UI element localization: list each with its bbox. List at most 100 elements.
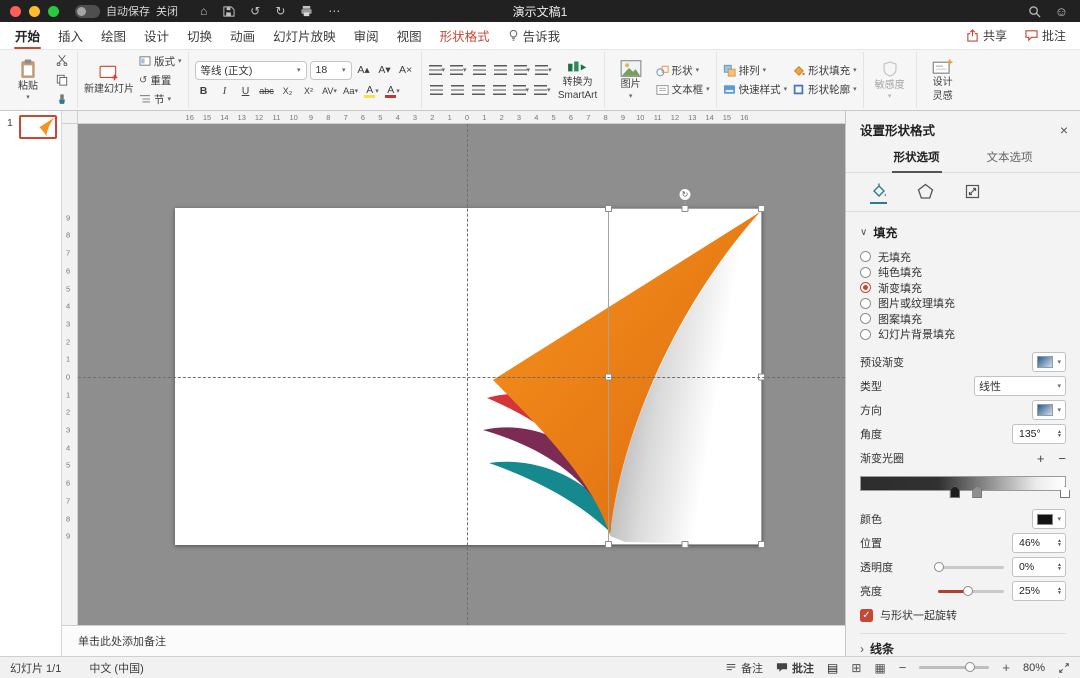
gradient-stop[interactable] [949, 486, 960, 498]
resize-handle-n[interactable] [681, 205, 689, 212]
copy-button[interactable] [53, 72, 71, 89]
columns-button[interactable]: ▾ [512, 82, 531, 99]
slideshow-view-button[interactable]: ▦ [874, 661, 885, 675]
preset-gradient-dropdown[interactable]: ▾ [1032, 352, 1066, 372]
gradient-stop[interactable] [1060, 486, 1070, 498]
tab-review[interactable]: 审阅 [345, 22, 388, 49]
section-button[interactable]: 节 ▾ [139, 91, 182, 107]
resize-handle-se[interactable] [758, 541, 765, 548]
resize-handle-s[interactable] [681, 541, 689, 548]
slide-canvas[interactable]: 16 15 14 13 12 11 10 9 8 7 6 5 4 3 2 1 0 1 2 3 4 5 6 7 8 9 10 11 12 1… [62, 111, 845, 625]
gradient-stops-bar[interactable] [860, 476, 1070, 498]
line-spacing-button[interactable]: ▾ [534, 62, 553, 79]
stepper-arrows-icon[interactable]: ▲ ▼ [1057, 563, 1062, 572]
shape-outline-button[interactable]: 形状轮廓 ▾ [792, 82, 857, 98]
stepper-arrows-icon[interactable]: ▲ ▼ [1057, 587, 1062, 596]
italic-button[interactable]: I [216, 83, 234, 100]
numbering-button[interactable]: ▾ [449, 62, 468, 79]
notes-toggle-button[interactable]: 备注 [725, 660, 763, 676]
save-icon[interactable] [222, 5, 235, 18]
font-name-select[interactable]: 等线 (正文) ▾ [194, 60, 307, 80]
change-case-button[interactable]: Aa ▾ [342, 83, 360, 100]
normal-view-button[interactable]: ▤ [827, 661, 838, 675]
zoom-window-button[interactable] [48, 5, 59, 17]
sensitivity-button[interactable]: 敏感度 ▾ [870, 60, 910, 100]
stop-color-dropdown[interactable]: ▾ [1032, 509, 1066, 529]
tab-animations[interactable]: 动画 [221, 22, 264, 49]
bold-button[interactable]: B [195, 83, 213, 100]
increase-font-size-button[interactable]: A▴ [355, 62, 373, 79]
fill-option-slide-background[interactable]: 幻灯片背景填充 [860, 327, 1066, 343]
stepper-arrows-icon[interactable]: ▲ ▼ [1057, 430, 1062, 439]
layout-button[interactable]: 版式 ▾ [139, 53, 182, 69]
quick-styles-button[interactable]: 快速样式 ▾ [723, 82, 787, 98]
increase-indent-button[interactable] [492, 62, 510, 79]
gradient-type-select[interactable]: 线性 ▾ [974, 376, 1066, 396]
rotate-with-shape-checkbox[interactable]: ✓ 与形状一起旋转 [860, 603, 1066, 627]
resize-handle-sw[interactable] [605, 541, 612, 548]
fill-section-header[interactable]: ∨ 填充 [860, 224, 1066, 241]
share-button[interactable]: 共享 [966, 27, 1007, 44]
stepper-arrows-icon[interactable]: ▲ ▼ [1057, 539, 1062, 548]
tab-slideshow[interactable]: 幻灯片放映 [264, 22, 345, 49]
slider-thumb[interactable] [934, 561, 945, 572]
print-icon[interactable] [300, 5, 313, 18]
zoom-out-button[interactable]: − [899, 660, 907, 675]
close-window-button[interactable] [10, 5, 21, 17]
size-properties-tab[interactable] [964, 182, 981, 204]
comments-toggle-button[interactable]: 批注 [776, 660, 814, 676]
brightness-slider[interactable] [938, 585, 1004, 596]
more-commands-icon[interactable]: ⋯ [328, 4, 340, 18]
format-painter-button[interactable] [53, 92, 71, 109]
clear-formatting-button[interactable]: A× [397, 62, 415, 79]
text-direction-button[interactable]: ▾ [513, 62, 532, 79]
remove-gradient-stop-button[interactable]: − [1058, 451, 1066, 466]
new-slide-button[interactable]: 新建幻灯片 [84, 64, 134, 96]
decrease-font-size-button[interactable]: A▾ [376, 62, 394, 79]
font-color-button[interactable]: A ▾ [384, 83, 402, 100]
arrange-button[interactable]: 排列 ▾ [723, 63, 788, 79]
subscript-button[interactable]: X₂ [279, 83, 297, 100]
minimize-window-button[interactable] [29, 5, 40, 17]
zoom-in-button[interactable]: + [1002, 660, 1010, 675]
search-icon[interactable] [1028, 5, 1041, 18]
reset-button[interactable]: ↺ 重置 [139, 72, 182, 88]
fill-option-gradient[interactable]: 渐变填充 [860, 280, 1066, 296]
paste-button[interactable]: 粘贴 ▾ [8, 59, 48, 101]
superscript-button[interactable]: X² [300, 83, 318, 100]
undo-icon[interactable]: ↺ [250, 4, 260, 18]
align-text-button[interactable]: ▾ [533, 82, 552, 99]
zoom-slider[interactable] [919, 662, 990, 672]
effects-tab[interactable] [917, 182, 934, 204]
text-highlight-button[interactable]: A ▾ [363, 83, 381, 100]
bullets-button[interactable]: ▾ [428, 62, 447, 79]
design-ideas-button[interactable]: 设计 灵感 [923, 58, 963, 102]
redo-icon[interactable]: ↻ [275, 4, 285, 18]
fill-option-none[interactable]: 无填充 [860, 249, 1066, 265]
align-center-button[interactable] [449, 82, 467, 99]
line-section-header[interactable]: › 线条 [860, 640, 1066, 657]
zoom-slider-thumb[interactable] [964, 662, 975, 672]
align-left-button[interactable] [428, 82, 446, 99]
slide-sorter-view-button[interactable]: ⊞ [851, 661, 861, 675]
gradient-direction-dropdown[interactable]: ▾ [1032, 400, 1066, 420]
shapes-button[interactable]: 形状 ▾ [656, 63, 710, 79]
font-size-select[interactable]: 18 ▾ [309, 60, 352, 80]
fill-option-pattern[interactable]: 图案填充 [860, 311, 1066, 327]
autosave-toggle[interactable] [75, 4, 100, 18]
align-right-button[interactable] [470, 82, 488, 99]
comments-button[interactable]: 批注 [1025, 27, 1066, 44]
resize-handle-nw[interactable] [605, 205, 612, 212]
tab-design[interactable]: 设计 [135, 22, 178, 49]
transparency-spinner[interactable]: 0% ▲ ▼ [1012, 557, 1066, 577]
underline-button[interactable]: U [237, 83, 255, 100]
close-pane-icon[interactable]: × [1060, 123, 1068, 137]
slide-thumbnail[interactable] [19, 115, 57, 139]
fill-option-solid[interactable]: 纯色填充 [860, 265, 1066, 281]
add-gradient-stop-button[interactable]: + [1037, 451, 1045, 466]
brightness-spinner[interactable]: 25% ▲ ▼ [1012, 581, 1066, 601]
decrease-indent-button[interactable] [471, 62, 489, 79]
tab-view[interactable]: 视图 [388, 22, 431, 49]
textbox-button[interactable]: 文本框 ▾ [656, 82, 710, 98]
picture-button[interactable]: 图片 ▾ [611, 60, 651, 100]
